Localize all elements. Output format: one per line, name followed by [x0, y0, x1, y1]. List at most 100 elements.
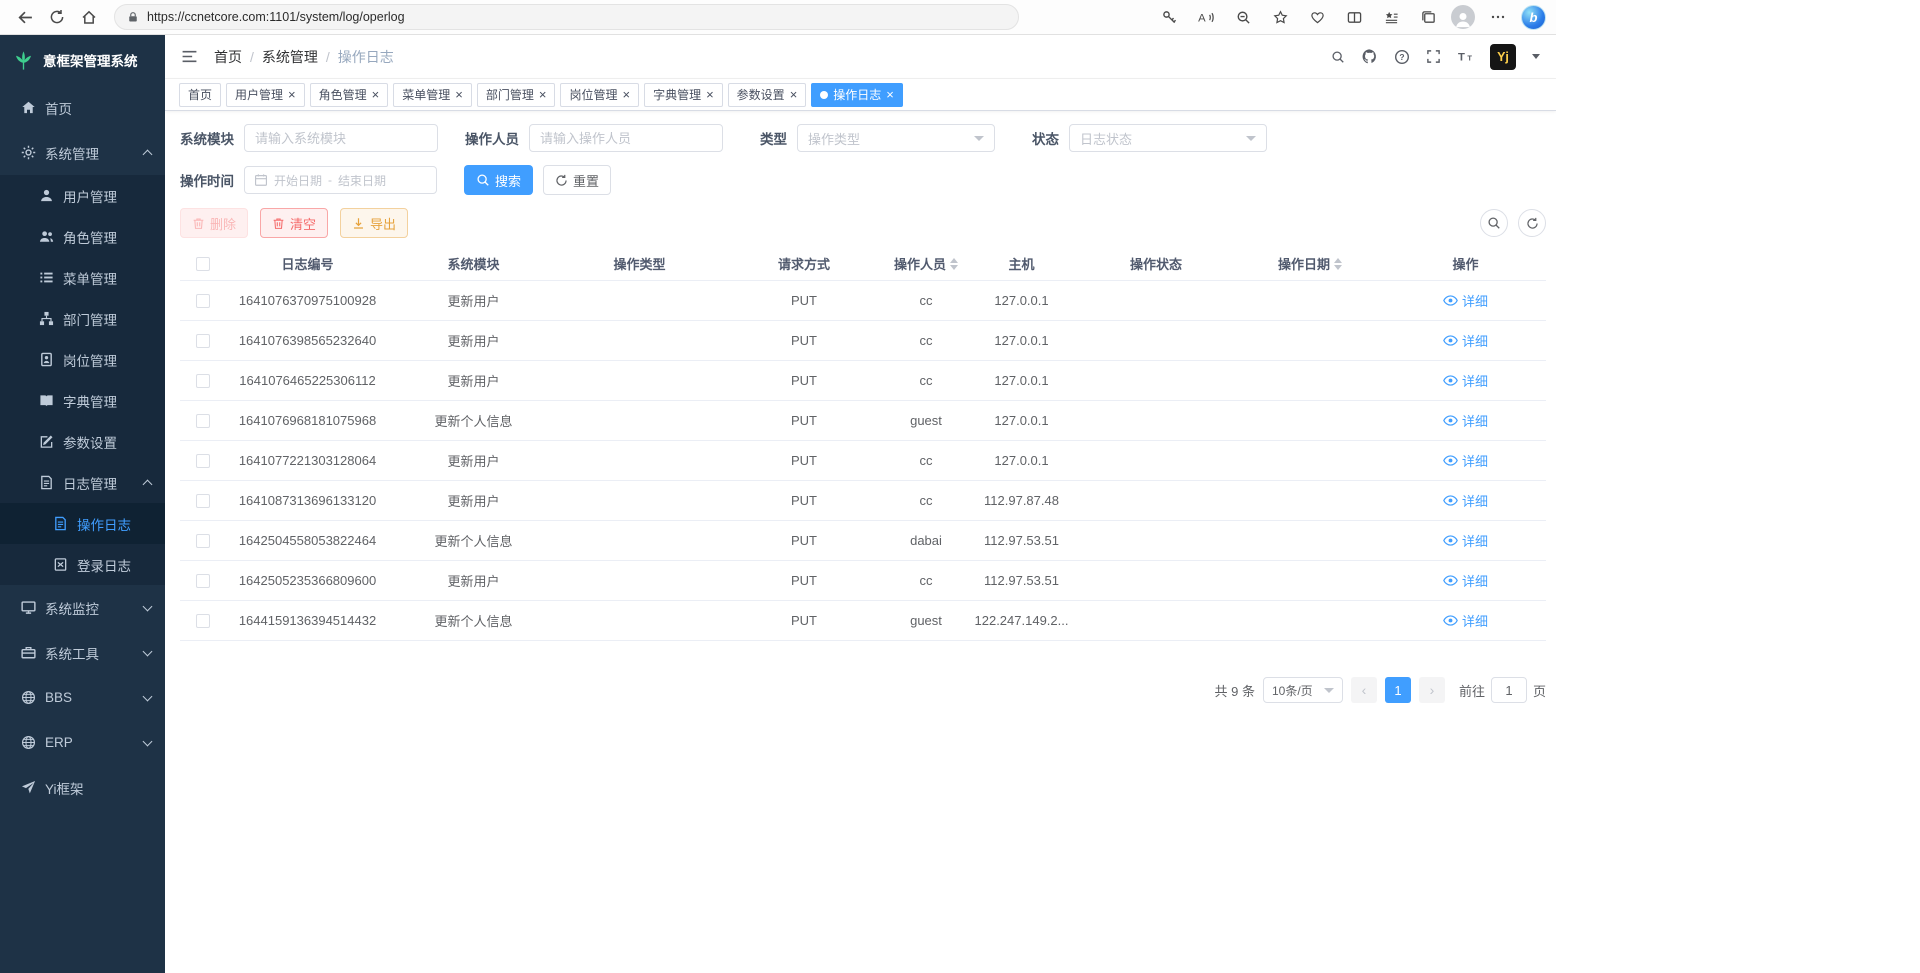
bing-chat-icon[interactable] [1521, 5, 1546, 30]
hamburger-menu-icon[interactable] [181, 48, 198, 65]
column-header[interactable]: 操作 [1385, 254, 1546, 273]
detail-link[interactable]: 详细 [1443, 571, 1488, 590]
row-checkbox[interactable] [180, 414, 225, 428]
address-bar[interactable]: https://ccnetcore.com:1101/system/log/op… [114, 4, 1019, 30]
clear-button[interactable]: 清空 [260, 208, 328, 238]
sidebar-item[interactable]: 操作日志 [0, 503, 165, 544]
passwords-key-icon[interactable] [1155, 3, 1183, 31]
sidebar-item[interactable]: Yi框架 [0, 765, 165, 810]
row-checkbox[interactable] [180, 574, 225, 588]
view-tab[interactable]: 部门管理 [477, 83, 556, 107]
detail-link[interactable]: 详细 [1443, 291, 1488, 310]
sidebar-item[interactable]: 参数设置 [0, 421, 165, 462]
view-tab[interactable]: 参数设置 [728, 83, 807, 107]
user-dropdown-caret-icon[interactable] [1532, 54, 1540, 59]
sidebar-item[interactable]: 登录日志 [0, 544, 165, 585]
detail-link[interactable]: 详细 [1443, 531, 1488, 550]
help-icon[interactable]: ? [1394, 49, 1410, 65]
view-tab[interactable]: 岗位管理 [560, 83, 639, 107]
row-checkbox[interactable] [180, 494, 225, 508]
page-number-1[interactable]: 1 [1385, 677, 1411, 703]
delete-button[interactable]: 删除 [180, 208, 248, 238]
close-tab-icon[interactable] [622, 88, 630, 101]
detail-link[interactable]: 详细 [1443, 611, 1488, 630]
favorite-star-icon[interactable] [1266, 3, 1294, 31]
sidebar-item[interactable]: 首页 [0, 85, 165, 130]
sidebar-item[interactable]: 系统工具 [0, 630, 165, 675]
row-checkbox[interactable] [180, 534, 225, 548]
column-header[interactable]: 操作人员 [886, 254, 966, 273]
close-tab-icon[interactable] [288, 88, 296, 101]
detail-link[interactable]: 详细 [1443, 411, 1488, 430]
user-avatar[interactable]: Yj [1490, 44, 1516, 70]
search-icon[interactable] [1331, 50, 1345, 64]
next-page-button[interactable] [1419, 677, 1445, 703]
date-range-picker[interactable]: 开始日期 - 结束日期 [244, 166, 437, 194]
close-tab-icon[interactable] [539, 88, 547, 101]
sort-icon[interactable] [1334, 258, 1342, 270]
view-tab[interactable]: 首页 [179, 83, 221, 107]
column-header[interactable]: 操作状态 [1077, 254, 1235, 273]
column-header[interactable]: 请求方式 [722, 254, 886, 273]
sidebar-item[interactable]: 用户管理 [0, 175, 165, 216]
column-header[interactable]: 操作类型 [557, 254, 722, 273]
row-checkbox[interactable] [180, 334, 225, 348]
view-tab[interactable]: 菜单管理 [393, 83, 472, 107]
read-aloud-icon[interactable]: A [1192, 3, 1220, 31]
sidebar-item[interactable]: 字典管理 [0, 380, 165, 421]
detail-link[interactable]: 详细 [1443, 371, 1488, 390]
column-header[interactable]: 系统模块 [390, 254, 557, 273]
reload-button[interactable] [42, 3, 72, 31]
table-refresh-button[interactable] [1518, 209, 1546, 237]
back-button[interactable] [10, 3, 40, 31]
favorites-bar-icon[interactable] [1377, 3, 1405, 31]
profile-avatar[interactable] [1451, 5, 1475, 29]
export-button[interactable]: 导出 [340, 208, 408, 238]
github-icon[interactable] [1361, 48, 1378, 65]
select-all-checkbox[interactable] [180, 257, 225, 271]
sidebar-item[interactable]: 日志管理 [0, 462, 165, 503]
collections-icon[interactable] [1414, 3, 1442, 31]
detail-link[interactable]: 详细 [1443, 451, 1488, 470]
browser-essentials-icon[interactable] [1303, 3, 1331, 31]
close-tab-icon[interactable] [886, 88, 894, 101]
reset-button[interactable]: 重置 [543, 165, 611, 195]
view-tab[interactable]: 字典管理 [644, 83, 723, 107]
fullscreen-icon[interactable] [1426, 49, 1441, 64]
row-checkbox[interactable] [180, 374, 225, 388]
goto-page-input[interactable] [1491, 677, 1527, 703]
sidebar-item[interactable]: 系统监控 [0, 585, 165, 630]
close-tab-icon[interactable] [372, 88, 380, 101]
sidebar-item[interactable]: ERP [0, 720, 165, 765]
sidebar-item[interactable]: 角色管理 [0, 216, 165, 257]
column-header[interactable]: 操作日期 [1235, 254, 1385, 273]
view-tab[interactable]: 用户管理 [226, 83, 305, 107]
column-header[interactable]: 主机 [966, 254, 1077, 273]
row-checkbox[interactable] [180, 454, 225, 468]
view-tab[interactable]: 角色管理 [310, 83, 389, 107]
home-button[interactable] [74, 3, 104, 31]
type-select[interactable]: 操作类型 [797, 124, 995, 152]
split-screen-icon[interactable] [1340, 3, 1368, 31]
close-tab-icon[interactable] [790, 88, 798, 101]
font-size-icon[interactable]: TT [1457, 49, 1474, 64]
breadcrumb-item[interactable]: 操作日志 [338, 47, 394, 67]
page-size-select[interactable]: 10条/页 [1263, 677, 1343, 703]
sidebar-item[interactable]: BBS [0, 675, 165, 720]
sidebar-item[interactable]: 系统管理 [0, 130, 165, 175]
operator-filter-input[interactable] [529, 124, 723, 152]
close-tab-icon[interactable] [455, 88, 463, 101]
view-tab[interactable]: 操作日志 [811, 83, 903, 107]
prev-page-button[interactable] [1351, 677, 1377, 703]
sidebar-item[interactable]: 菜单管理 [0, 257, 165, 298]
settings-more-icon[interactable] [1484, 3, 1512, 31]
row-checkbox[interactable] [180, 614, 225, 628]
sidebar-item[interactable]: 岗位管理 [0, 339, 165, 380]
module-filter-input[interactable] [244, 124, 438, 152]
column-header[interactable]: 日志编号 [225, 254, 390, 273]
detail-link[interactable]: 详细 [1443, 491, 1488, 510]
row-checkbox[interactable] [180, 294, 225, 308]
zoom-icon[interactable] [1229, 3, 1257, 31]
breadcrumb-item[interactable]: 系统管理 [262, 47, 338, 67]
detail-link[interactable]: 详细 [1443, 331, 1488, 350]
